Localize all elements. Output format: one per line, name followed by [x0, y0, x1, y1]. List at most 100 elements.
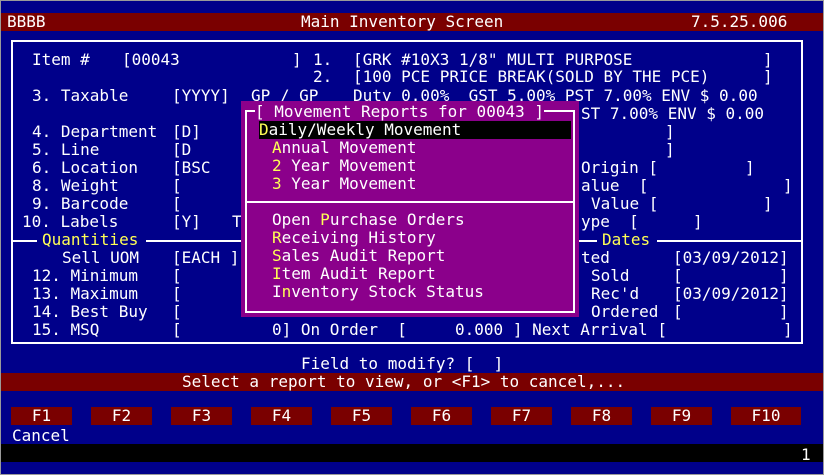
value-label[interactable]: alue [	[581, 177, 648, 195]
sold-label: Sold	[591, 266, 630, 285]
menu-item-label: aily/Weekly Movement	[268, 120, 462, 139]
weight-label: 8. Weight	[32, 176, 119, 195]
popup-title: [ Movement Reports for 00043 ]	[255, 102, 544, 121]
menu-3-year-movement[interactable]: 3 Year Movement	[272, 175, 417, 193]
ordered-label: Ordered	[591, 302, 659, 321]
menu-item-label: ales Audit Report	[281, 246, 446, 265]
department-label: 4. Department	[32, 122, 158, 141]
value-close: ]	[783, 176, 793, 195]
type-close: ]	[693, 212, 703, 231]
msq-label: 15. MSQ	[32, 320, 100, 339]
f10-key[interactable]: F10	[731, 407, 801, 425]
movement-reports-popup: [ Movement Reports for 00043 ] Daily/Wee…	[241, 101, 579, 317]
minimum-label: 12. Minimum	[32, 266, 138, 285]
hotkey-3: 3	[272, 174, 282, 193]
menu-item-prefix: I	[272, 282, 282, 301]
sold-date-field[interactable]: [ ]	[673, 267, 789, 285]
menu-receiving-history[interactable]: Receiving History	[272, 229, 436, 247]
received-label: Rec'd	[591, 284, 640, 303]
origin-label[interactable]: Origin [	[581, 159, 658, 177]
instruction-text: Select a report to view, or <F1> to canc…	[182, 372, 626, 391]
received-date-field[interactable]: [03/09/2012]	[673, 285, 789, 303]
on-order-row[interactable]: 0] On Order [ 0.000 ] Next Arrival [	[272, 321, 667, 339]
location-field[interactable]: [BSC	[172, 159, 211, 177]
barcode-field[interactable]: [	[172, 195, 182, 213]
company-name: BBBB	[7, 12, 46, 31]
popup-separator	[247, 201, 573, 203]
value2-label[interactable]: Value [	[591, 195, 658, 213]
weight-field[interactable]: [	[172, 177, 182, 195]
desc2-close: ]	[763, 67, 773, 86]
sell-uom-field[interactable]: [EACH ]	[172, 249, 239, 267]
version-label: 7.5.25.006	[691, 12, 788, 31]
menu-daily-weekly-movement[interactable]: Daily/Weekly Movement	[259, 121, 571, 139]
menu-open-purchase-orders[interactable]: Open Purchase Orders	[272, 211, 465, 229]
created-label: ted	[581, 248, 610, 267]
desc2-num: 2.	[313, 67, 333, 86]
menu-item-audit-report[interactable]: Item Audit Report	[272, 265, 436, 283]
f7-key[interactable]: F7	[491, 407, 552, 425]
best-buy-field[interactable]: [	[172, 303, 182, 321]
menu-annual-movement[interactable]: Annual Movement	[272, 139, 417, 157]
dates-line-left	[579, 240, 597, 242]
menu-sales-audit-report[interactable]: Sales Audit Report	[272, 247, 445, 265]
menu-inventory-stock-status[interactable]: Inventory Stock Status	[272, 283, 484, 301]
f2-key[interactable]: F2	[91, 407, 152, 425]
value2-close: ]	[763, 194, 773, 213]
dates-title: Dates	[602, 230, 651, 249]
menu-item-label: tem Audit Report	[281, 264, 436, 283]
tax-rates-continued: ST 7.00% ENV $ 0.00	[581, 104, 765, 123]
next-arrival-close: ]	[783, 320, 793, 339]
f6-key[interactable]: F6	[411, 407, 472, 425]
item-number-close: ]	[292, 50, 302, 69]
department-field[interactable]: [D]	[172, 123, 201, 141]
hotkey-s: S	[272, 246, 282, 265]
maximum-label: 13. Maximum	[32, 284, 138, 303]
department-close: ]	[665, 122, 675, 141]
hotkey-a: A	[272, 138, 282, 157]
msq-field[interactable]: [	[172, 321, 182, 339]
f4-key[interactable]: F4	[251, 407, 312, 425]
f3-key[interactable]: F3	[171, 407, 232, 425]
f1-key[interactable]: F1	[11, 407, 72, 425]
maximum-field[interactable]: [	[172, 285, 182, 303]
best-buy-label: 14. Best Buy	[32, 302, 148, 321]
f9-key[interactable]: F9	[651, 407, 712, 425]
ordered-date-field[interactable]: [ ]	[673, 303, 789, 321]
menu-item-label: Year Movement	[281, 174, 417, 193]
menu-item-label: urchase Orders	[329, 210, 465, 229]
status-bar	[1, 444, 823, 462]
description-2-field[interactable]: [100 PCE PRICE BREAK(SOLD BY THE PCE)	[353, 68, 709, 86]
menu-item-label: Year Movement	[281, 156, 417, 175]
menu-item-label: eceiving History	[281, 228, 436, 247]
labels-label: 10. Labels	[22, 212, 119, 231]
page-indicator: 1	[801, 445, 811, 464]
f1-cancel-label: Cancel	[12, 426, 70, 445]
item-number-field[interactable]: [00043	[122, 51, 180, 69]
hotkey-i: I	[272, 264, 282, 283]
f5-key[interactable]: F5	[331, 407, 392, 425]
f8-key[interactable]: F8	[571, 407, 632, 425]
frame-top	[11, 40, 803, 42]
taxable-label: 3. Taxable	[32, 86, 129, 105]
screen-title: Main Inventory Screen	[301, 12, 504, 31]
frame-left	[11, 40, 13, 343]
menu-item-prefix: Open	[272, 210, 321, 229]
created-date-field[interactable]: [03/09/2012]	[673, 249, 789, 267]
item-label: Item #	[32, 50, 90, 69]
minimum-field[interactable]: [	[172, 267, 182, 285]
line-label: 5. Line	[32, 140, 100, 159]
hotkey-2: 2	[272, 156, 282, 175]
dates-line-right	[657, 240, 803, 242]
type-label[interactable]: ype [	[581, 213, 639, 231]
frame-right	[801, 40, 803, 343]
barcode-label: 9. Barcode	[32, 194, 129, 213]
menu-2-year-movement[interactable]: 2 Year Movement	[272, 157, 417, 175]
labels-field[interactable]: [Y]	[172, 213, 201, 231]
field-to-modify-prompt[interactable]: Field to modify? [ ]	[301, 355, 503, 373]
line-field[interactable]: [D	[172, 141, 191, 159]
taxable-field[interactable]: [YYYY]	[172, 87, 230, 105]
sell-uom-label: Sell UOM	[62, 248, 140, 267]
quantities-line-right	[146, 240, 241, 242]
menu-item-label: nnual Movement	[281, 138, 417, 157]
